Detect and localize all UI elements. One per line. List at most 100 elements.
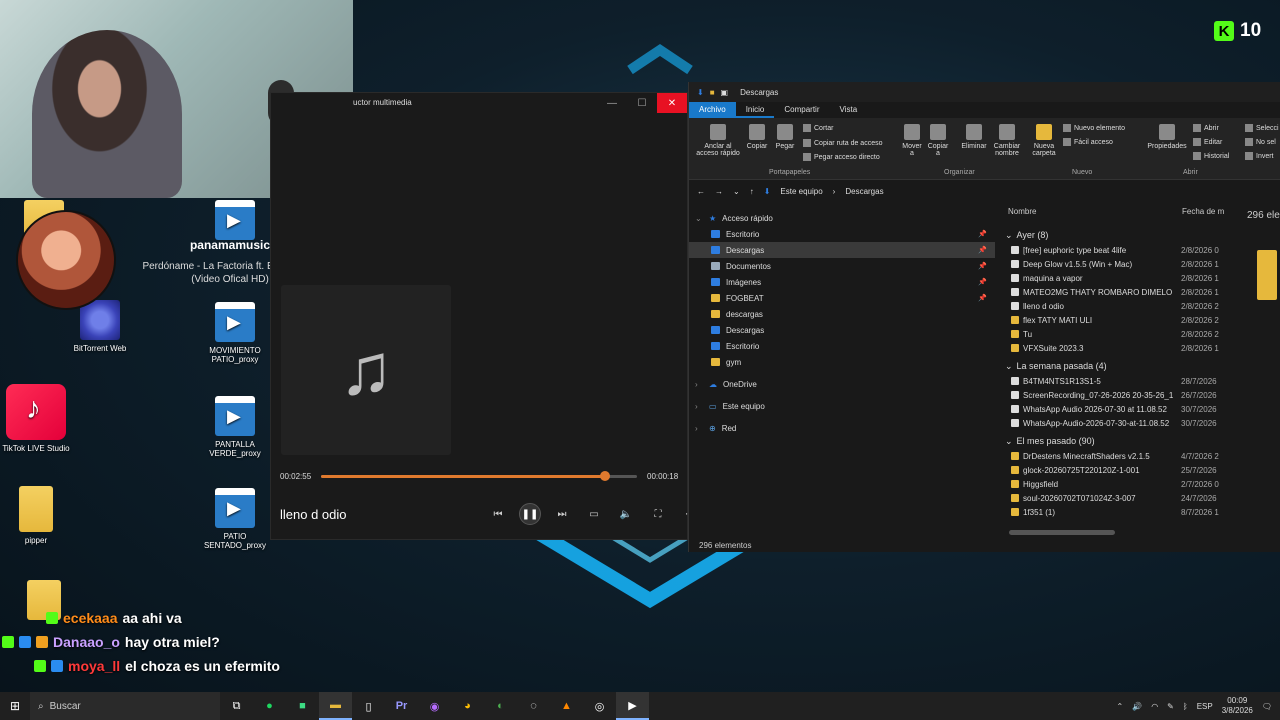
search-box[interactable]: ⌕ Buscar: [30, 692, 220, 720]
wifi-icon[interactable]: ◠: [1151, 702, 1158, 711]
file-row[interactable]: VFXSuite 2023.3 2/8/2026 1: [1005, 341, 1225, 355]
file-row[interactable]: flex TATY MATI ULI 2/8/2026 2: [1005, 313, 1225, 327]
cut-button[interactable]: Cortar: [803, 124, 833, 132]
file-row[interactable]: WhatsApp Audio 2026-07-30 at 11.08.52 30/…: [1005, 402, 1225, 416]
nav-item-descargas-2[interactable]: descargas: [689, 306, 995, 322]
capcut-icon[interactable]: ◌: [517, 692, 550, 720]
language-indicator[interactable]: ESP: [1197, 702, 1213, 711]
collapse-chevron-icon[interactable]: ⌄: [1005, 436, 1013, 447]
file-group-header[interactable]: ⌄ La semana pasada (4): [1005, 358, 1225, 374]
speaker-icon[interactable]: 🔊: [1132, 702, 1142, 711]
previous-icon[interactable]: ⏮: [487, 503, 509, 525]
expand-chevron-icon[interactable]: ⌄: [695, 214, 703, 223]
paste-button[interactable]: Pegar: [773, 124, 797, 150]
nav-item-fogbeat[interactable]: FOGBEAT 📌: [689, 290, 995, 306]
file-group-header[interactable]: ⌄ Ayer (8): [1005, 227, 1225, 243]
nav-item-descargas-3[interactable]: Descargas: [689, 322, 995, 338]
open-button[interactable]: Abrir: [1193, 124, 1219, 132]
file-row[interactable]: DrDestens MinecraftShaders v2.1.5 4/7/202…: [1005, 449, 1225, 463]
tab-archivo[interactable]: Archivo: [689, 102, 736, 118]
new-folder-button[interactable]: Nueva carpeta: [1029, 124, 1059, 157]
nav-onedrive[interactable]: › ☁ OneDrive: [689, 376, 995, 392]
rename-button[interactable]: Cambiar nombre: [991, 124, 1023, 157]
maximize-button[interactable]: ☐: [627, 93, 657, 113]
file-row[interactable]: 1f351 (1) 8/7/2026 1: [1005, 505, 1225, 519]
horizontal-scrollbar[interactable]: [1009, 530, 1115, 535]
properties-icon[interactable]: ▣: [721, 88, 729, 97]
file-row[interactable]: lleno d odio 2/8/2026 2: [1005, 299, 1225, 313]
file-explorer-window[interactable]: ⬇ ■ ▣ Descargas Archivo Inicio Compartir…: [688, 82, 1280, 552]
nav-this-pc[interactable]: › ▭ Este equipo: [689, 398, 995, 414]
desktop-icon-tiktok[interactable]: TikTok LIVE Studio: [0, 384, 72, 453]
file-explorer-icon[interactable]: ▬: [319, 692, 352, 720]
task-view-icon[interactable]: ⧉: [220, 692, 253, 720]
nav-network[interactable]: › ⊕ Red: [689, 420, 995, 436]
file-row[interactable]: Higgsfield 2/7/2026 0: [1005, 477, 1225, 491]
select-all-button[interactable]: Selecci: [1245, 124, 1279, 132]
expand-chevron-icon[interactable]: ›: [695, 380, 703, 389]
collapse-chevron-icon[interactable]: ⌄: [1005, 361, 1013, 372]
column-header-name[interactable]: Nombre: [1008, 207, 1036, 216]
chevron-up-icon[interactable]: ⌃: [1117, 702, 1124, 711]
seek-handle[interactable]: [600, 471, 611, 481]
expand-chevron-icon[interactable]: ›: [695, 402, 703, 411]
tab-vista[interactable]: Vista: [830, 102, 868, 118]
move-to-button[interactable]: Mover a: [901, 124, 923, 157]
browser-icon[interactable]: ◉: [418, 692, 451, 720]
close-button[interactable]: ✕: [657, 93, 687, 113]
collapse-chevron-icon[interactable]: ⌄: [1005, 230, 1013, 241]
tab-inicio[interactable]: Inicio: [735, 102, 775, 118]
select-none-button[interactable]: No sel: [1245, 138, 1276, 146]
copy-button[interactable]: Copiar: [745, 124, 769, 150]
next-icon[interactable]: ⏭: [551, 503, 573, 525]
tab-compartir[interactable]: Compartir: [774, 102, 829, 118]
obs-icon[interactable]: ◎: [583, 692, 616, 720]
up-arrow-icon[interactable]: ↑: [750, 187, 754, 196]
miniplayer-icon[interactable]: ▭: [583, 503, 605, 525]
invert-selection-button[interactable]: Invert: [1245, 152, 1274, 160]
chrome-icon[interactable]: ◕: [451, 692, 484, 720]
file-row[interactable]: Tu 2/8/2026 2: [1005, 327, 1225, 341]
history-button[interactable]: Historial: [1193, 152, 1229, 160]
file-row[interactable]: glock-20260725T220120Z-1-001 25/7/2026: [1005, 463, 1225, 477]
column-header-date[interactable]: Fecha de m: [1182, 207, 1224, 216]
spotify-icon[interactable]: ●: [253, 692, 286, 720]
premiere-icon[interactable]: Pr: [385, 692, 418, 720]
new-item-button[interactable]: Nuevo elemento: [1063, 124, 1125, 132]
media-player-window[interactable]: uctor multimedia — ☐ ✕ ♫ 00:02:55 00:00:…: [270, 92, 695, 540]
app-icon-2[interactable]: ◐: [484, 692, 517, 720]
easy-access-button[interactable]: Fácil acceso: [1063, 138, 1113, 146]
paste-shortcut-button[interactable]: Pegar acceso directo: [803, 153, 880, 161]
address-bar[interactable]: ← → ⌄ ↑ ⬇ Este equipo › Descargas: [689, 183, 1280, 199]
desktop-icon-patio-sentado[interactable]: PATIO SENTADO_proxy: [199, 488, 271, 550]
nav-quick-access[interactable]: ⌄ ★ Acceso rápido: [689, 210, 995, 226]
copy-to-button[interactable]: Copiar a: [927, 124, 949, 157]
file-row[interactable]: soul-20260702T071024Z-3-007 24/7/2026: [1005, 491, 1225, 505]
file-row[interactable]: maquina a vapor 2/8/2026 1: [1005, 271, 1225, 285]
bluetooth-icon[interactable]: ᛒ: [1183, 702, 1188, 711]
seek-bar[interactable]: [321, 471, 637, 481]
forward-arrow-icon[interactable]: →: [715, 187, 723, 196]
file-row[interactable]: WhatsApp-Audio-2026-07-30-at-11.08.52 30/…: [1005, 416, 1225, 430]
nav-item-documentos[interactable]: Documentos 📌: [689, 258, 995, 274]
breadcrumb-item[interactable]: Descargas: [845, 187, 883, 196]
desktop-icon-pipper[interactable]: pipper: [0, 486, 72, 545]
volume-icon[interactable]: 🔈: [615, 503, 637, 525]
expand-chevron-icon[interactable]: ›: [695, 424, 703, 433]
minimize-button[interactable]: —: [597, 93, 627, 113]
properties-button[interactable]: Propiedades: [1145, 124, 1189, 150]
pen-icon[interactable]: ✎: [1167, 702, 1174, 711]
nav-item-escritorio[interactable]: Escritorio 📌: [689, 226, 995, 242]
notepad-icon[interactable]: ▯: [352, 692, 385, 720]
fullscreen-icon[interactable]: ⛶: [647, 503, 669, 525]
back-arrow-icon[interactable]: ←: [697, 187, 705, 196]
desktop-icon-pantalla-verde[interactable]: PANTALLA VERDE_proxy: [199, 396, 271, 458]
nav-item-descargas[interactable]: Descargas 📌: [689, 242, 995, 258]
file-row[interactable]: Deep Glow v1.5.5 (Win + Mac) 2/8/2026 1: [1005, 257, 1225, 271]
copy-path-button[interactable]: Copiar ruta de acceso: [803, 139, 882, 147]
vlc-icon[interactable]: ▲: [550, 692, 583, 720]
file-row[interactable]: MATEO2MG THATY ROMBARO DIMELO 2/8/2026 1: [1005, 285, 1225, 299]
nav-item-escritorio-2[interactable]: Escritorio: [689, 338, 995, 354]
windows-start-icon[interactable]: ⊞: [0, 692, 30, 720]
clock[interactable]: 00:09 3/8/2026: [1222, 696, 1253, 716]
